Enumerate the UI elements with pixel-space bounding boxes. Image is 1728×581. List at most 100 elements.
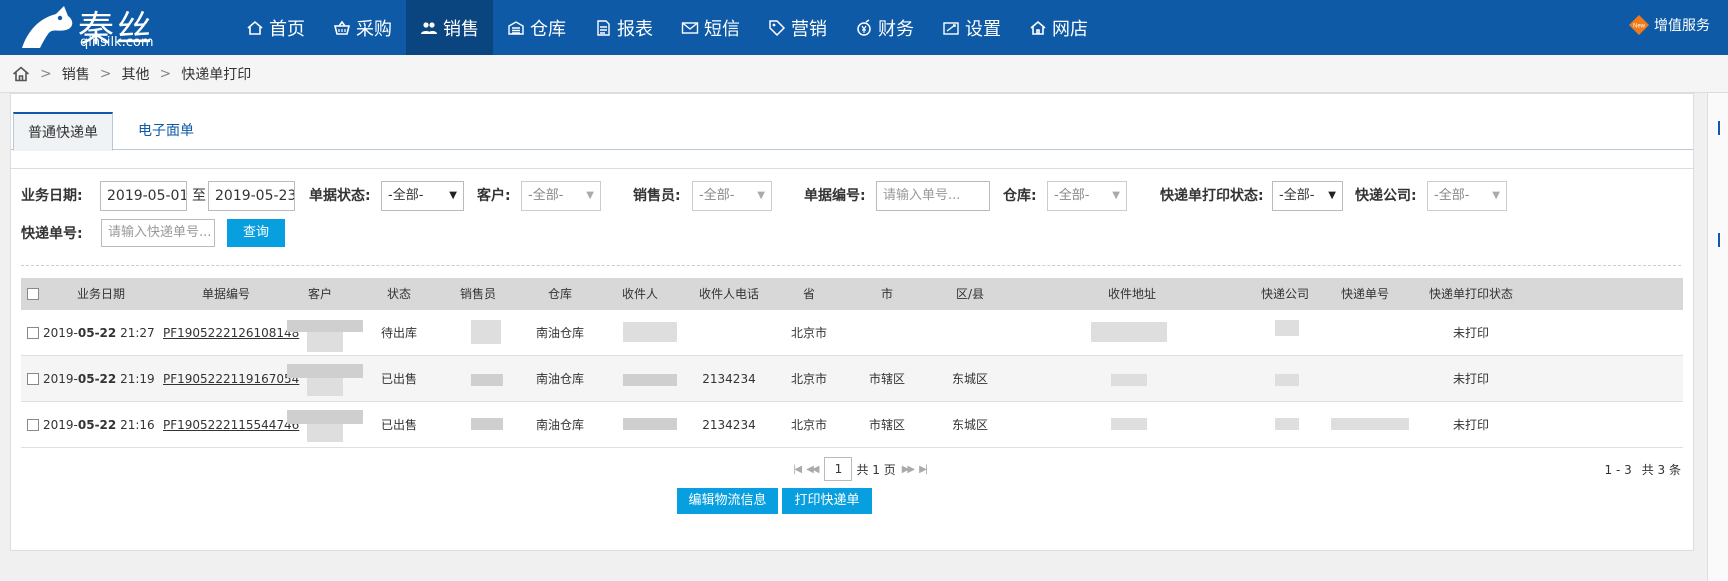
customer-label: 客户: bbox=[477, 188, 511, 204]
docno-label: 单据编号: bbox=[804, 188, 866, 204]
divider bbox=[21, 265, 1681, 266]
row-print-status: 未打印 bbox=[1452, 326, 1489, 340]
nav-item-warehouse[interactable]: 仓库 bbox=[493, 0, 580, 55]
tab-electronic-waybill[interactable]: 电子面单 bbox=[124, 112, 208, 151]
breadcrumb-item-other[interactable]: 其他 bbox=[121, 64, 149, 84]
rail-marker bbox=[1718, 233, 1720, 247]
prev-page-icon[interactable]: ◀◀ bbox=[806, 464, 819, 475]
nav-item-shop[interactable]: 网店 bbox=[1015, 0, 1102, 55]
row-date: 2019-05-22 21:27 bbox=[43, 326, 155, 340]
col-date: 业务日期 bbox=[76, 287, 125, 301]
row-date: 2019-05-22 21:19 bbox=[43, 372, 155, 386]
brand-logo[interactable]: 秦丝 qinsilk.com bbox=[14, 2, 164, 52]
col-docno: 单据编号 bbox=[201, 287, 250, 301]
row-checkbox[interactable] bbox=[27, 419, 39, 431]
tracking-label: 快递单号: bbox=[21, 226, 83, 242]
main-panel: 普通快递单 电子面单 业务日期: 2019-05-01 至 2019-05-23… bbox=[10, 93, 1694, 551]
docno-input[interactable]: 请输入单号... bbox=[876, 181, 990, 211]
home-icon[interactable] bbox=[12, 65, 30, 83]
customer-select[interactable]: -全部- ▼ bbox=[521, 181, 601, 211]
row-docno-link[interactable]: PF1905222115544746 bbox=[163, 402, 299, 448]
col-print-status: 快递单打印状态 bbox=[1428, 287, 1513, 301]
col-seller: 销售员 bbox=[459, 287, 496, 301]
warehouse-select[interactable]: -全部- ▼ bbox=[1047, 181, 1127, 211]
print-status-select[interactable]: -全部- ▼ bbox=[1272, 181, 1343, 211]
query-button[interactable]: 查询 bbox=[227, 219, 285, 247]
tab-bar: 普通快递单 电子面单 bbox=[11, 112, 1693, 151]
top-navbar: 秦丝 qinsilk.com 首页 采购 销售 仓库 报表 短信 营销 财务 设… bbox=[0, 0, 1728, 55]
side-rail bbox=[1707, 93, 1728, 581]
nav-item-sales[interactable]: 销售 bbox=[406, 0, 493, 55]
warehouse-icon bbox=[508, 20, 524, 35]
table-row[interactable]: 2019-05-22 21:27 PF1905222126108148 待出库 … bbox=[21, 310, 1683, 356]
redacted-seller bbox=[471, 320, 501, 344]
home-icon bbox=[247, 20, 263, 35]
next-page-icon[interactable]: ▶▶ bbox=[902, 464, 915, 475]
redacted-customer bbox=[287, 364, 363, 378]
row-docno-link[interactable]: PF1905222126108148 bbox=[163, 310, 299, 356]
date-from-input[interactable]: 2019-05-01 bbox=[100, 181, 187, 211]
tag-icon bbox=[769, 19, 786, 36]
redacted-address bbox=[1091, 322, 1167, 342]
tracking-input[interactable]: 请输入快递单号... bbox=[101, 219, 215, 247]
nav-item-finance[interactable]: 财务 bbox=[841, 0, 928, 55]
company-select[interactable]: -全部- ▼ bbox=[1427, 181, 1507, 211]
nav-item-marketing[interactable]: 营销 bbox=[754, 0, 841, 55]
date-to-input[interactable]: 2019-05-23 bbox=[208, 181, 295, 211]
seller-label: 销售员: bbox=[633, 188, 681, 204]
redacted-customer bbox=[307, 424, 343, 442]
row-checkbox[interactable] bbox=[27, 327, 39, 339]
value-added-service-button[interactable]: New 增值服务 bbox=[1628, 0, 1710, 50]
nav-item-purchase[interactable]: 采购 bbox=[319, 0, 406, 55]
row-warehouse: 南油仓库 bbox=[535, 372, 584, 386]
row-docno-link[interactable]: PF1905222119167054 bbox=[163, 356, 299, 402]
col-warehouse: 仓库 bbox=[547, 287, 572, 301]
status-label: 单据状态: bbox=[309, 188, 371, 204]
row-status: 已出售 bbox=[380, 418, 417, 432]
basket-icon bbox=[333, 20, 351, 35]
first-page-icon[interactable]: |◀ bbox=[793, 464, 802, 475]
row-phone bbox=[689, 310, 769, 356]
row-district: 东城区 bbox=[951, 372, 988, 386]
row-district: 东城区 bbox=[951, 418, 988, 432]
mail-icon bbox=[681, 21, 699, 34]
warehouse-label: 仓库: bbox=[1003, 188, 1037, 204]
date-to-separator: 至 bbox=[192, 188, 206, 204]
row-district bbox=[945, 310, 995, 356]
settings-icon bbox=[943, 21, 959, 35]
row-province: 北京市 bbox=[790, 372, 827, 386]
nav-item-home[interactable]: 首页 bbox=[232, 0, 319, 55]
row-warehouse: 南油仓库 bbox=[535, 418, 584, 432]
redacted-receiver bbox=[623, 374, 677, 386]
breadcrumb: > 销售 > 其他 > 快递单打印 bbox=[0, 55, 1728, 93]
table-row[interactable]: 2019-05-22 21:16 PF1905222115544746 已出售 … bbox=[21, 402, 1683, 448]
table-row[interactable]: 2019-05-22 21:19 PF1905222119167054 已出售 … bbox=[21, 356, 1683, 402]
edit-logistics-button[interactable]: 编辑物流信息 bbox=[677, 488, 778, 514]
row-city: 市辖区 bbox=[868, 372, 905, 386]
page-number-input[interactable]: 1 bbox=[824, 457, 853, 481]
nav-item-sms[interactable]: 短信 bbox=[667, 0, 754, 55]
row-province: 北京市 bbox=[790, 418, 827, 432]
col-tracking: 快递单号 bbox=[1340, 287, 1389, 301]
row-print-status: 未打印 bbox=[1452, 418, 1489, 432]
new-badge-icon: New bbox=[1629, 15, 1649, 35]
nav-item-settings[interactable]: 设置 bbox=[928, 0, 1015, 55]
select-all-checkbox[interactable] bbox=[27, 288, 39, 300]
company-label: 快递公司: bbox=[1355, 188, 1417, 204]
status-select[interactable]: -全部- ▼ bbox=[381, 181, 464, 211]
breadcrumb-item-sales[interactable]: 销售 bbox=[62, 64, 90, 84]
col-province: 省 bbox=[802, 287, 815, 301]
tab-normal-express[interactable]: 普通快递单 bbox=[13, 112, 113, 151]
record-count: 1 - 3共 3 条 bbox=[1604, 463, 1682, 477]
row-status: 已出售 bbox=[380, 372, 417, 386]
row-province: 北京市 bbox=[790, 326, 827, 340]
last-page-icon[interactable]: ▶| bbox=[919, 464, 928, 475]
shop-icon bbox=[1030, 20, 1046, 35]
row-phone: 2134234 bbox=[702, 418, 756, 432]
nav-item-report[interactable]: 报表 bbox=[580, 0, 667, 55]
main-nav: 首页 采购 销售 仓库 报表 短信 营销 财务 设置 网店 bbox=[232, 0, 1102, 55]
users-icon bbox=[421, 21, 437, 34]
seller-select[interactable]: -全部- ▼ bbox=[692, 181, 772, 211]
row-checkbox[interactable] bbox=[27, 373, 39, 385]
print-express-button[interactable]: 打印快递单 bbox=[782, 488, 872, 514]
